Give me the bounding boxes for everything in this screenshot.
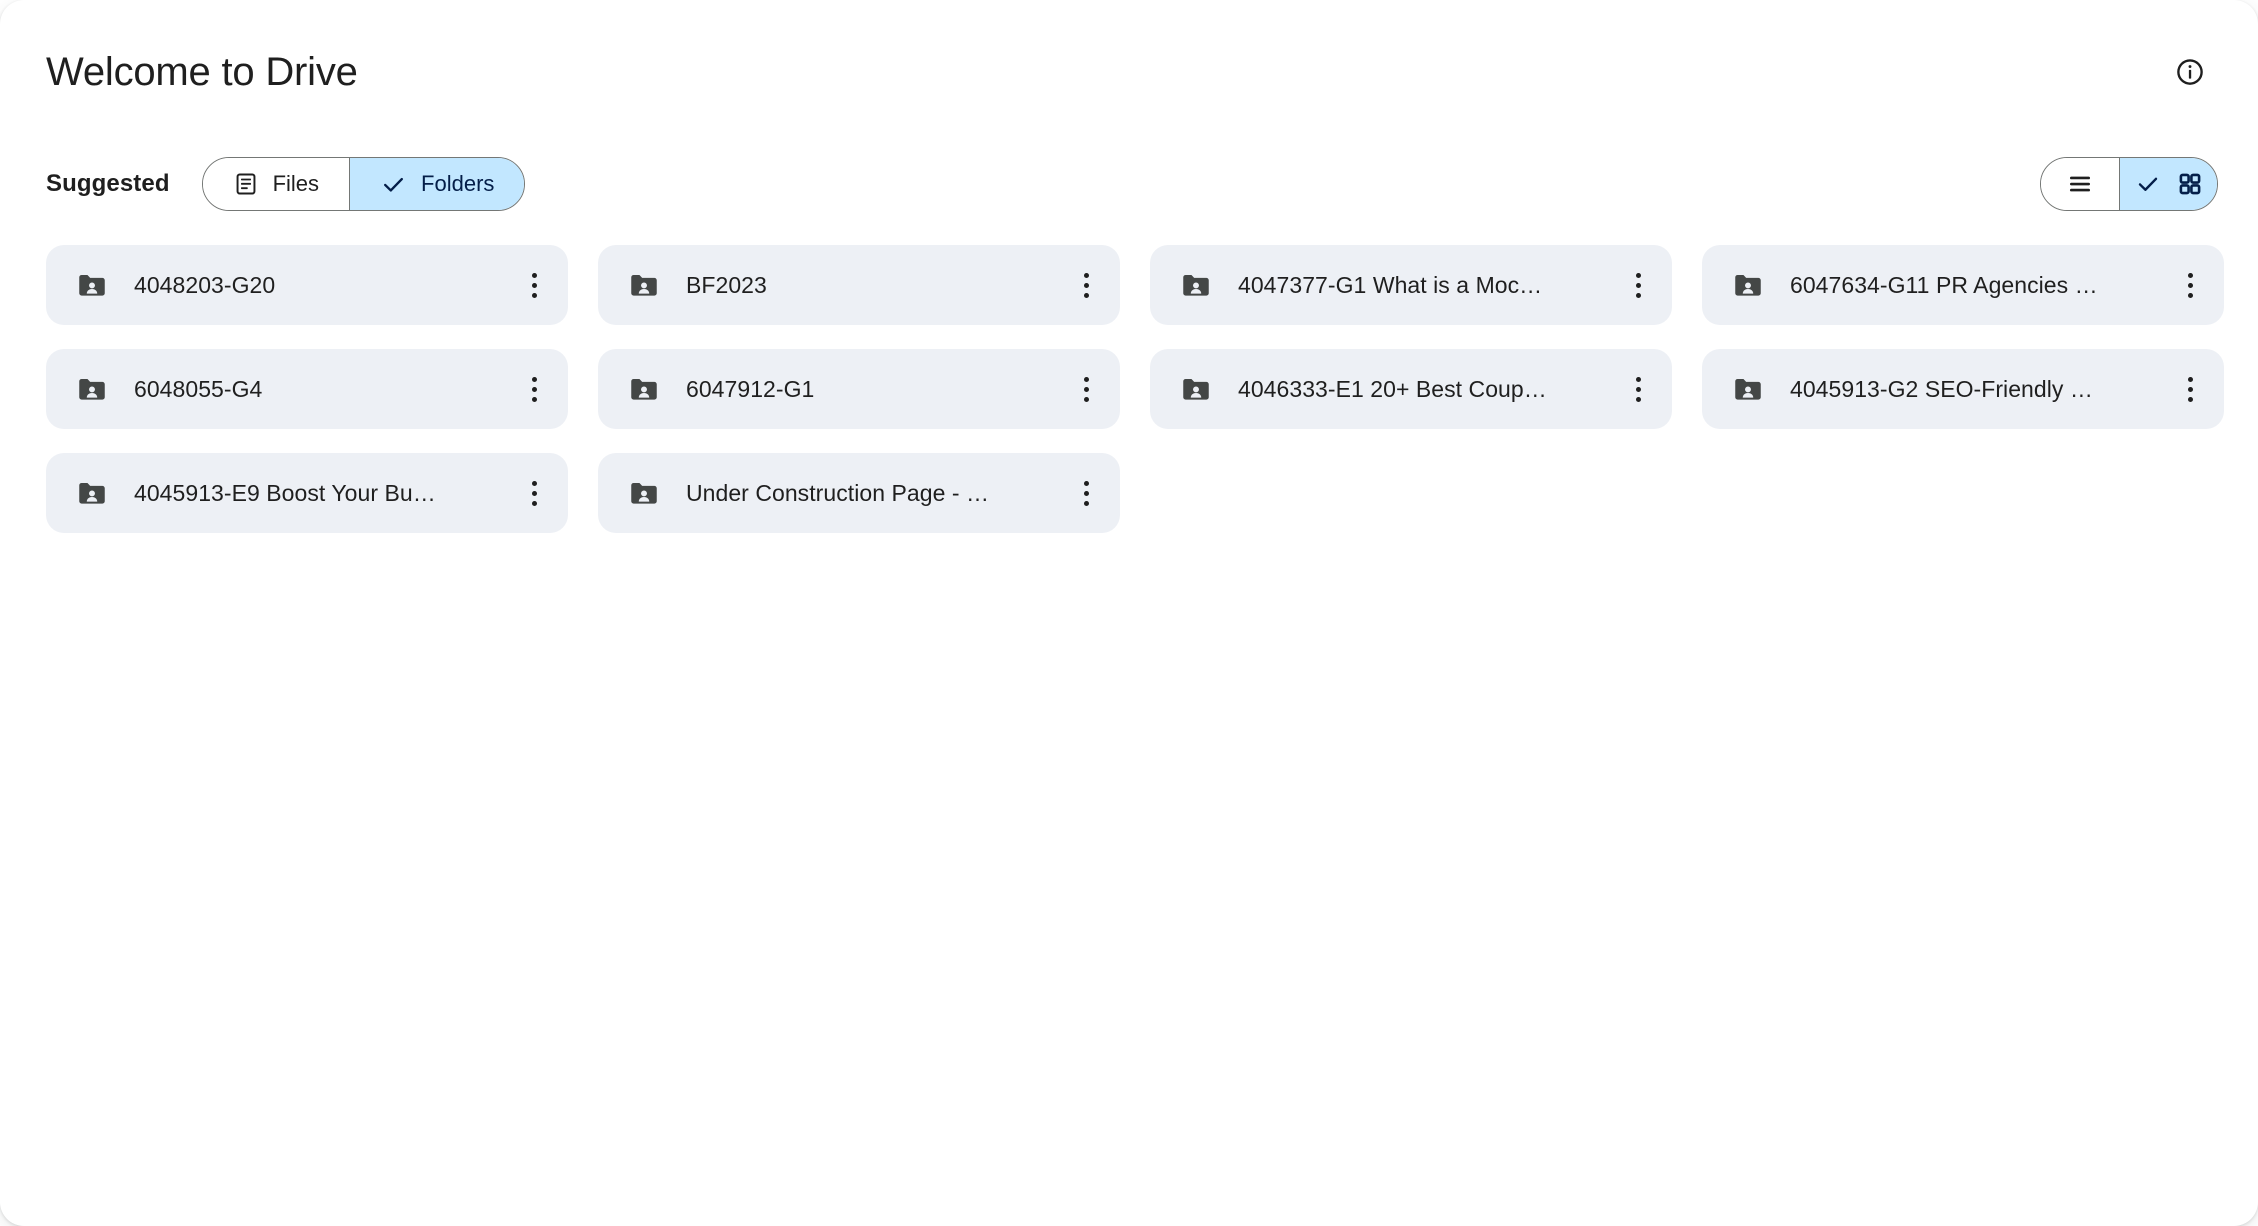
check-icon [2138,177,2157,191]
more-vert-icon-button[interactable] [1064,263,1108,307]
more-vert-icon-button[interactable] [1616,263,1660,307]
shared-folder-icon [1178,267,1214,303]
more-vert-icon-button[interactable] [1064,367,1108,411]
grid-view-button[interactable] [2119,158,2217,210]
controls-row: Suggested Files Folders [46,157,2218,211]
header: Welcome to Drive [46,44,2218,100]
folder-card-empty-slot [1702,453,2224,533]
more-vert-icon-button[interactable] [1064,471,1108,515]
more-vert-icon [1083,272,1089,298]
more-vert-icon-button[interactable] [512,367,556,411]
more-vert-icon [531,480,537,506]
more-vert-icon [1083,480,1089,506]
drive-suggested-panel: Welcome to Drive Suggested Files Folders… [0,0,2258,1226]
list-icon [2070,176,2090,192]
more-vert-icon [1083,376,1089,402]
more-vert-icon [2187,376,2193,402]
folder-card-name: 4047377-G1 What is a Moc… [1238,271,1543,298]
more-vert-icon-button[interactable] [512,471,556,515]
shared-folder-icon [1178,371,1214,407]
folder-card-name: BF2023 [686,271,767,298]
folder-card[interactable]: 4047377-G1 What is a Moc… [1150,245,1672,325]
filter-chip-files-label: Files [272,171,320,196]
more-vert-icon [1635,272,1641,298]
more-vert-icon-button[interactable] [2168,367,2212,411]
folder-card[interactable]: 4045913-E9 Boost Your Bu… [46,453,568,533]
list-view-button[interactable] [2041,158,2119,210]
more-vert-icon-button[interactable] [1616,367,1660,411]
folder-card[interactable]: 4045913-G2 SEO-Friendly … [1702,349,2224,429]
shared-folder-icon [626,371,662,407]
folder-card[interactable]: Under Construction Page - … [598,453,1120,533]
more-vert-icon-button[interactable] [512,263,556,307]
shared-folder-icon [1730,371,1766,407]
suggested-label: Suggested [46,170,170,197]
shared-folder-icon [626,475,662,511]
folder-card-name: 6048055-G4 [134,375,263,402]
view-mode-toggle [2040,157,2218,211]
folder-card[interactable]: 4048203-G20 [46,245,568,325]
folder-card[interactable]: 4046333-E1 20+ Best Coup… [1150,349,1672,429]
folder-card-name: 4045913-G2 SEO-Friendly … [1790,375,2093,402]
folder-card-name: 4046333-E1 20+ Best Coup… [1238,375,1547,402]
more-vert-icon [2187,272,2193,298]
folder-card[interactable]: 6047912-G1 [598,349,1120,429]
shared-folder-icon [74,475,110,511]
folder-card-name: Under Construction Page - … [686,479,990,506]
info-circle-icon-button[interactable] [2166,48,2214,96]
folder-card[interactable]: 6048055-G4 [46,349,568,429]
shared-folder-icon [626,267,662,303]
folder-card-empty-slot [1150,453,1672,533]
more-vert-icon [1635,376,1641,402]
suggested-folders-grid: 4048203-G20 BF2023 4047377-G1 What is a … [46,245,2224,557]
shared-folder-icon [1730,267,1766,303]
suggested-row: 6048055-G4 6047912-G1 4046333-E1 20+ Bes… [46,349,2224,429]
more-vert-icon [531,376,537,402]
suggested-filters: Suggested Files Folders [46,157,526,211]
suggested-row: 4048203-G20 BF2023 4047377-G1 What is a … [46,245,2224,325]
page-title: Welcome to Drive [46,50,358,94]
filter-chip-folders-label: Folders [421,171,495,196]
grid-icon [2179,173,2200,195]
shared-folder-icon [74,371,110,407]
filter-chip-folders[interactable]: Folders [349,158,525,210]
folder-card-name: 4045913-E9 Boost Your Bu… [134,479,436,506]
filter-chip-files[interactable]: Files [202,158,350,210]
folder-card-name: 6047912-G1 [686,375,815,402]
folder-card-name: 4048203-G20 [134,271,276,298]
check-icon [384,177,404,192]
folder-card-name: 6047634-G11 PR Agencies … [1790,271,2098,298]
more-vert-icon-button[interactable] [2168,263,2212,307]
suggested-row: 4045913-E9 Boost Your Bu… Under Construc… [46,453,2224,533]
document-list-icon [236,173,256,195]
shared-folder-icon [74,267,110,303]
suggested-type-toggle: Files Folders [201,157,526,211]
folder-card[interactable]: BF2023 [598,245,1120,325]
folder-card[interactable]: 6047634-G11 PR Agencies … [1702,245,2224,325]
more-vert-icon [531,272,537,298]
info-circle-icon [2177,59,2203,85]
